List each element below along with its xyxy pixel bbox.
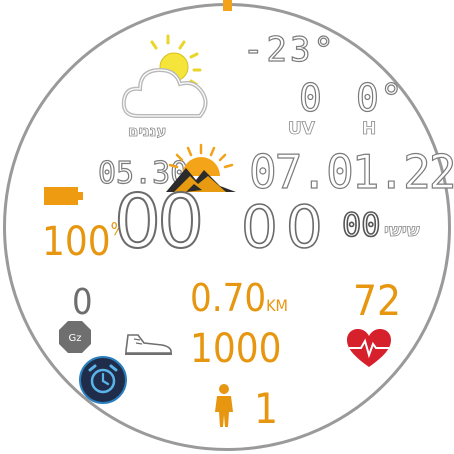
time-hours: 00 bbox=[113, 179, 205, 265]
svg-text:Gz: Gz bbox=[69, 333, 82, 344]
distance-unit: KM bbox=[266, 296, 288, 315]
temperature-value: -23° bbox=[242, 29, 337, 70]
day-name: שישי bbox=[384, 221, 421, 242]
stand-badge-icon: Gz bbox=[58, 320, 92, 354]
uv-value: 0 bbox=[298, 75, 323, 120]
time-minutes: 00 bbox=[240, 193, 331, 261]
heart-rate-value: 72 bbox=[353, 276, 402, 325]
time-seconds: 00 bbox=[341, 205, 381, 245]
weather-condition-label: עננים bbox=[128, 122, 167, 141]
battery-icon bbox=[44, 187, 78, 205]
distance: 0.70KM bbox=[190, 276, 288, 320]
date-text: 07.01.22 bbox=[248, 144, 454, 199]
uv-label: UV bbox=[288, 119, 316, 140]
top-marker bbox=[223, 0, 232, 11]
stand-count: 0 bbox=[72, 282, 93, 323]
alarm-clock-icon[interactable] bbox=[78, 355, 128, 405]
person-count: 1 bbox=[254, 384, 279, 433]
partly-cloudy-icon bbox=[118, 34, 214, 124]
sneaker-icon bbox=[122, 331, 174, 357]
battery-tip bbox=[78, 192, 83, 200]
person-icon bbox=[210, 384, 238, 428]
humidity-value: 0° bbox=[355, 75, 404, 120]
battery-percent-value: 100 bbox=[42, 219, 111, 265]
distance-value: 0.70 bbox=[190, 276, 267, 320]
heart-pulse-icon bbox=[345, 327, 393, 369]
steps-count: 1000 bbox=[190, 326, 282, 372]
humidity-label: H bbox=[362, 119, 377, 140]
